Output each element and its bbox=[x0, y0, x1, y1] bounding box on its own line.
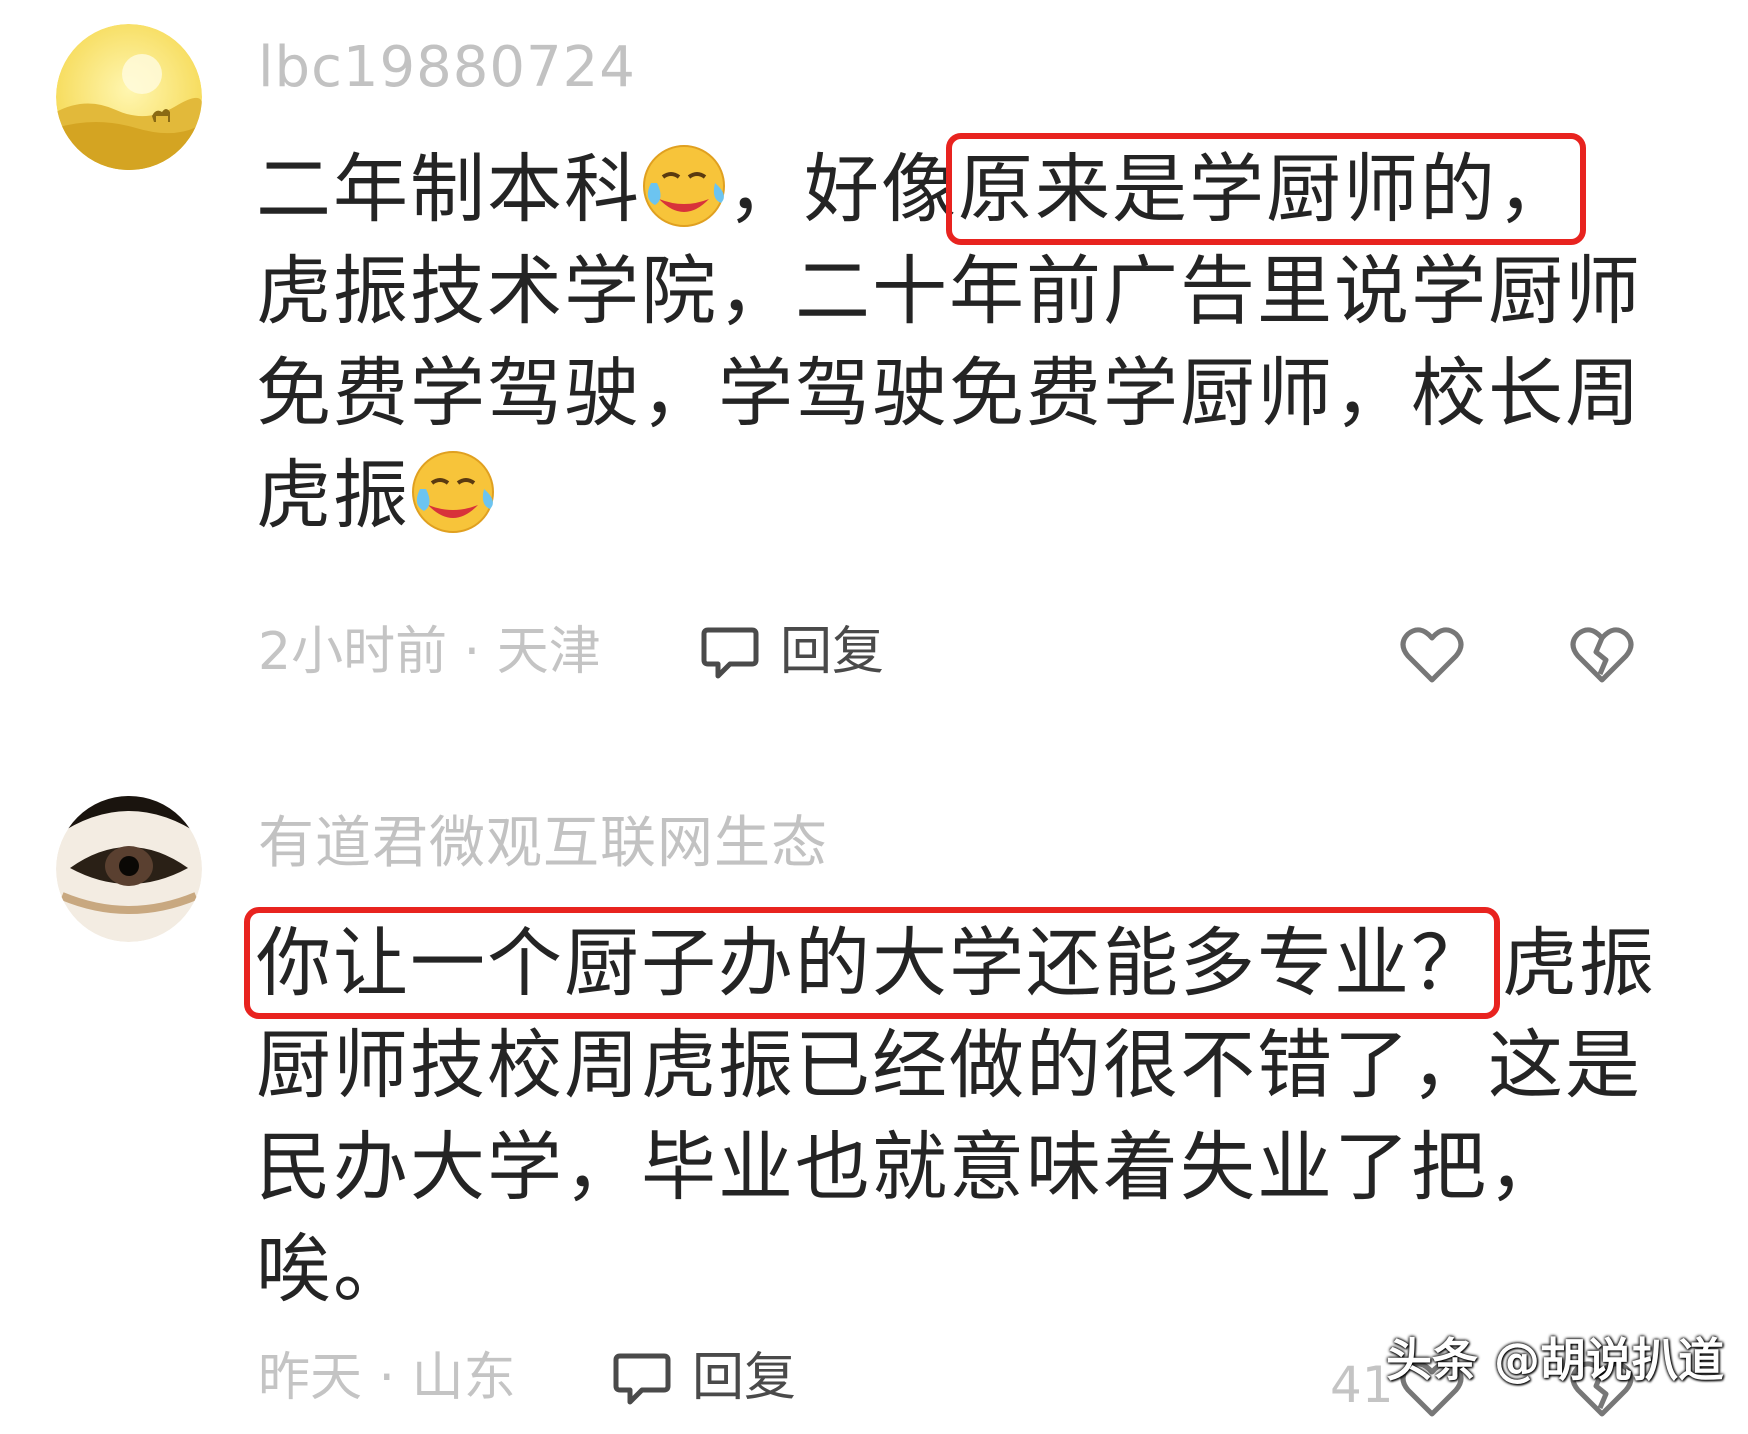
broken-heart-icon bbox=[1570, 627, 1634, 683]
comment-meta: 昨天 · 山东 bbox=[258, 1352, 516, 1404]
comment-username[interactable]: 有道君微观互联网生态 bbox=[258, 816, 828, 872]
highlighted-text: 原来是学厨师的， bbox=[946, 133, 1587, 245]
comment-text: 二年制本科 bbox=[256, 145, 642, 233]
reply-label: 回复 bbox=[780, 622, 885, 682]
comment-bubble-icon bbox=[613, 1353, 671, 1405]
comment-item: lbc19880724 二年制本科 ，好像原来是学厨师的， 虎振技术学院，二十年前广… bbox=[0, 0, 1748, 683]
crying-laughing-emoji-icon bbox=[641, 143, 727, 229]
avatar-eye-icon bbox=[56, 796, 202, 942]
like-count: 41 bbox=[1330, 1356, 1394, 1414]
reply-button[interactable]: 回复 bbox=[698, 620, 884, 684]
avatar-desert-icon bbox=[56, 24, 202, 170]
like-button[interactable] bbox=[1396, 620, 1468, 692]
meta-separator: · bbox=[378, 1348, 396, 1408]
comment-body: 二年制本科 ，好像原来是学厨师的， 虎振技术学院，二十年前广告里说学厨师免费学驾驶，… bbox=[256, 133, 1676, 546]
reply-label: 回复 bbox=[692, 1348, 797, 1408]
comment-time: 昨天 bbox=[258, 1348, 363, 1408]
watermark: 头条 @胡说扒道 bbox=[1385, 1333, 1724, 1387]
user-avatar[interactable] bbox=[56, 796, 202, 942]
comment-location: 山东 bbox=[411, 1348, 516, 1408]
comment-body: 你让一个厨子办的大学还能多专业？ 虎振厨师技校周虎振已经做的很不错了，这是民办大学… bbox=[243, 907, 1676, 1320]
comment-location: 天津 bbox=[496, 622, 601, 682]
dislike-button[interactable] bbox=[1566, 620, 1638, 692]
comment-time: 2小时前 bbox=[258, 622, 448, 682]
highlighted-text: 你让一个厨子办的大学还能多专业？ bbox=[243, 907, 1501, 1019]
comment-text: ，好像 bbox=[727, 145, 959, 233]
meta-separator: · bbox=[463, 622, 481, 682]
comment-bubble-icon bbox=[701, 627, 759, 679]
reply-button[interactable]: 回复 bbox=[610, 1346, 796, 1410]
user-avatar[interactable] bbox=[56, 24, 202, 170]
comment-username[interactable]: lbc19880724 bbox=[258, 40, 636, 96]
comment-meta: 2小时前 · 天津 bbox=[258, 626, 601, 678]
crying-laughing-emoji-icon bbox=[410, 449, 496, 535]
heart-icon bbox=[1400, 627, 1464, 683]
